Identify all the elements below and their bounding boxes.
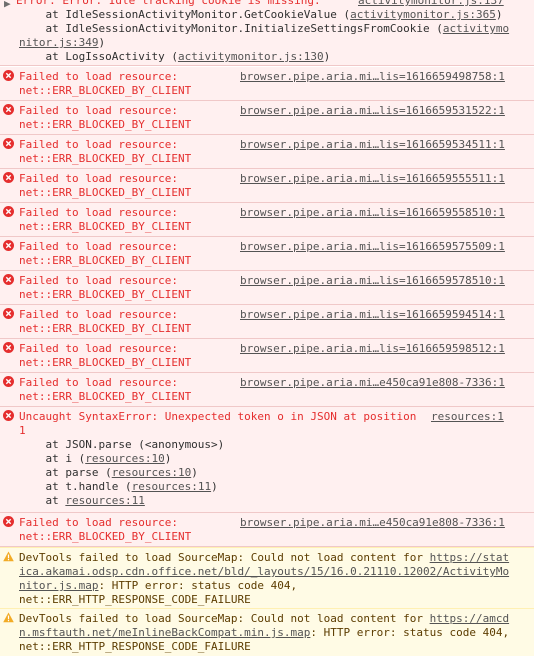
warning-line: DevTools failed to load SourceMap: Could… [19, 551, 510, 564]
stack-frame-link[interactable]: resources:11 [65, 494, 144, 507]
source-link[interactable]: browser.pipe.aria.mi…lis=1616659594514:1 [240, 308, 505, 322]
error-code: net::ERR_BLOCKED_BY_CLIENT [19, 356, 192, 369]
stack-frame: at resources:11 [19, 494, 145, 507]
warning-icon [3, 612, 14, 623]
error-icon [3, 138, 14, 149]
error-code: net::ERR_BLOCKED_BY_CLIENT [19, 288, 192, 301]
stack-frame: nitor.js:349) [19, 36, 106, 49]
stack-frame-link[interactable]: resources:10 [112, 466, 191, 479]
warning-line: nitor.js.map: HTTP error: status code 40… [19, 579, 298, 592]
stack-frame-link[interactable]: resources:10 [85, 452, 164, 465]
console-entry-failed-load: Failed to load resource: net::ERR_BLOCKED… [0, 373, 534, 407]
stack-frame-link[interactable]: activitymo [443, 22, 509, 35]
error-code: net::ERR_BLOCKED_BY_CLIENT [19, 390, 192, 403]
error-message: Failed to load resource: [19, 172, 178, 185]
console-entry-syntax-error: Uncaught SyntaxError: Unexpected token o… [0, 407, 534, 513]
source-link[interactable]: browser.pipe.aria.mi…lis=1616659534511:1 [240, 138, 505, 152]
stack-frame-link[interactable]: resources:11 [132, 480, 211, 493]
error-code: net::ERR_BLOCKED_BY_CLIENT [19, 322, 192, 335]
source-link[interactable]: browser.pipe.aria.mi…lis=1616659558510:1 [240, 206, 505, 220]
sourcemap-url-link[interactable]: https://stat [430, 551, 509, 564]
console-entry-failed-load: Failed to load resource: net::ERR_BLOCKED… [0, 67, 534, 101]
error-message: Failed to load resource: [19, 274, 178, 287]
error-message-cont: 1 [19, 424, 26, 437]
console-entry-failed-load: Failed to load resource: net::ERR_BLOCKED… [0, 305, 534, 339]
error-code: net::ERR_BLOCKED_BY_CLIENT [19, 118, 192, 131]
source-link[interactable]: browser.pipe.aria.mi…lis=1616659578510:1 [240, 274, 505, 288]
stack-frame: at LogIssoActivity (activitymonitor.js:1… [19, 50, 331, 63]
console-panel: ▶ Error: Error: Idle tracking cookie is … [0, 0, 536, 656]
console-entry-failed-load: Failed to load resource: net::ERR_BLOCKED… [0, 101, 534, 135]
source-link[interactable]: browser.pipe.aria.mi…lis=1616659555511:1 [240, 172, 505, 186]
error-icon [3, 308, 14, 319]
stack-frame: at IdleSessionActivityMonitor.GetCookieV… [19, 8, 503, 21]
console-entry-failed-load: Failed to load resource: net::ERR_BLOCKED… [0, 339, 534, 373]
console-entry-failed-load: Failed to load resource: net::ERR_BLOCKED… [0, 237, 534, 271]
console-entry-failed-load: Failed to load resource: net::ERR_BLOCKED… [0, 513, 534, 547]
warning-line: n.msftauth.net/meInlineBackCompat.min.js… [19, 626, 510, 639]
error-code: net::ERR_BLOCKED_BY_CLIENT [19, 152, 192, 165]
error-icon [3, 240, 14, 251]
stack-frame: at parse (resources:10) [19, 466, 198, 479]
stack-frame-link[interactable]: activitymonitor.js:365 [350, 8, 496, 21]
error-message: Failed to load resource: [19, 70, 178, 83]
source-link[interactable]: browser.pipe.aria.mi…e450ca91e808-7336:1 [240, 516, 505, 530]
error-message: Failed to load resource: [19, 138, 178, 151]
error-code: net::ERR_BLOCKED_BY_CLIENT [19, 530, 192, 543]
source-link[interactable]: browser.pipe.aria.mi…lis=1616659531522:1 [240, 104, 505, 118]
console-entry-failed-load: Failed to load resource: net::ERR_BLOCKED… [0, 271, 534, 305]
error-message: Failed to load resource: [19, 308, 178, 321]
warning-line: net::ERR_HTTP_RESPONSE_CODE_FAILURE [19, 593, 251, 606]
error-message: Failed to load resource: [19, 516, 178, 529]
error-message: Failed to load resource: [19, 376, 178, 389]
stack-frame-link[interactable]: nitor.js:349 [19, 36, 98, 49]
console-entry-failed-load: Failed to load resource: net::ERR_BLOCKED… [0, 169, 534, 203]
error-icon [3, 274, 14, 285]
error-message: Failed to load resource: [19, 206, 178, 219]
error-code: net::ERR_BLOCKED_BY_CLIENT [19, 186, 192, 199]
error-icon [3, 376, 14, 387]
warning-line: net::ERR_HTTP_RESPONSE_CODE_FAILURE [19, 640, 251, 653]
console-entry-activitymonitor: ▶ Error: Error: Idle tracking cookie is … [0, 0, 534, 66]
stack-frame: at IdleSessionActivityMonitor.Initialize… [19, 22, 510, 35]
error-icon [3, 206, 14, 217]
sourcemap-url-link[interactable]: n.msftauth.net/meInlineBackCompat.min.js… [19, 626, 310, 639]
error-message: Uncaught SyntaxError: Unexpected token o… [19, 410, 417, 423]
error-icon [3, 70, 14, 81]
error-icon [3, 342, 14, 353]
error-icon [3, 516, 14, 527]
source-link[interactable]: browser.pipe.aria.mi…lis=1616659575509:1 [240, 240, 505, 254]
error-message: Failed to load resource: [19, 342, 178, 355]
console-entry-sourcemap-warning: DevTools failed to load SourceMap: Could… [0, 547, 534, 609]
source-link[interactable]: activitymonitor.js:137 [358, 0, 504, 8]
error-message: Failed to load resource: [19, 240, 178, 253]
error-code: net::ERR_BLOCKED_BY_CLIENT [19, 220, 192, 233]
error-icon [3, 104, 14, 115]
error-icon [3, 410, 14, 421]
console-entry-sourcemap-warning: DevTools failed to load SourceMap: Could… [0, 609, 534, 656]
source-link[interactable]: browser.pipe.aria.mi…e450ca91e808-7336:1 [240, 376, 505, 390]
stack-frame: at JSON.parse (<anonymous>) [19, 438, 225, 451]
sourcemap-url-link[interactable]: ica.akamai.odsp.cdn.office.net/bld/_layo… [19, 565, 509, 578]
source-link[interactable]: browser.pipe.aria.mi…lis=1616659498758:1 [240, 70, 505, 84]
error-message: Error: Error: Idle tracking cookie is mi… [16, 0, 321, 7]
warning-icon [3, 551, 14, 562]
sourcemap-url-link[interactable]: https://amcd [430, 612, 509, 625]
error-code: net::ERR_BLOCKED_BY_CLIENT [19, 254, 192, 267]
console-entry-failed-load: Failed to load resource: net::ERR_BLOCKED… [0, 135, 534, 169]
console-entry-failed-load: Failed to load resource: net::ERR_BLOCKED… [0, 203, 534, 237]
error-message: Failed to load resource: [19, 104, 178, 117]
warning-line: ica.akamai.odsp.cdn.office.net/bld/_layo… [19, 565, 509, 579]
sourcemap-url-link[interactable]: nitor.js.map [19, 579, 98, 592]
warning-line: DevTools failed to load SourceMap: Could… [19, 612, 510, 625]
error-code: net::ERR_BLOCKED_BY_CLIENT [19, 84, 192, 97]
source-link[interactable]: resources:1 [431, 410, 504, 424]
stack-frame-link[interactable]: activitymonitor.js:130 [178, 50, 324, 63]
stack-frame: at i (resources:10) [19, 452, 172, 465]
expand-triangle-icon[interactable]: ▶ [4, 0, 11, 11]
error-icon [3, 172, 14, 183]
source-link[interactable]: browser.pipe.aria.mi…lis=1616659598512:1 [240, 342, 505, 356]
stack-frame: at t.handle (resources:11) [19, 480, 218, 493]
